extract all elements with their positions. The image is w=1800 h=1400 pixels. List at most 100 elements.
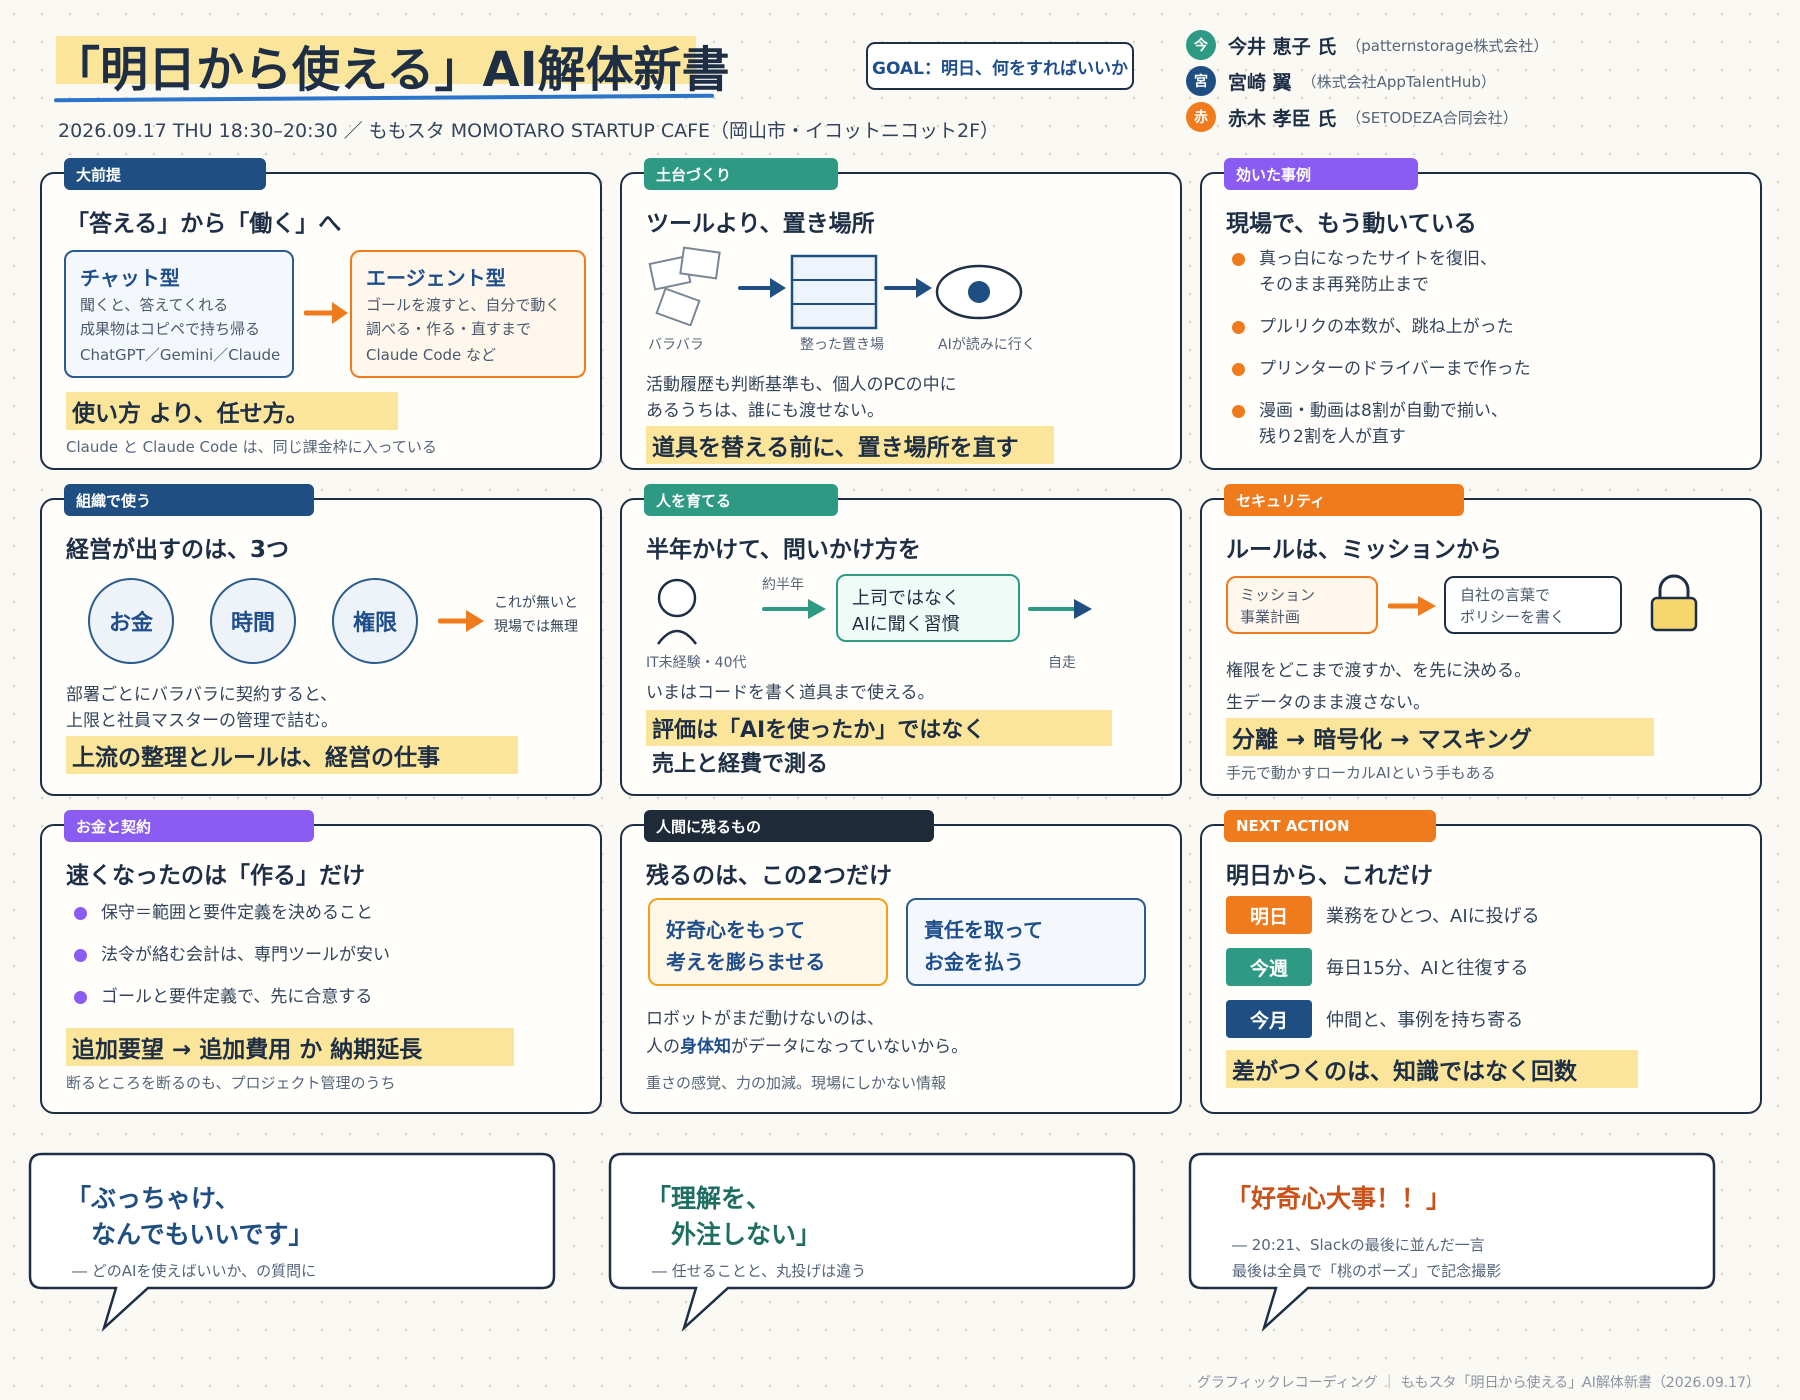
organized-label: 整った置き場 — [800, 337, 884, 353]
agent-type-box: エージェント型 ゴールを渡すと、自分で動く 調べる・作る・直すまで Claude… — [350, 250, 586, 378]
case-text: プリンターのドライバーまで作った — [1259, 359, 1531, 379]
panel-foundation: 土台づくり ツールより、置き場所 バラバラ 整った置き場 AIが読みに行く 活動… — [620, 158, 1182, 470]
event-info: 2026.09.17 THU 18:30–20:30 ／ ももスタ MOMOTA… — [58, 120, 1000, 142]
bullet-dot-icon — [1232, 405, 1245, 418]
panel-body: ロボットがまだ動けないのは、 — [646, 1009, 884, 1029]
contract-text: 法令が絡む会計は、専門ツールが安い — [101, 945, 390, 965]
arrow-icon — [884, 278, 932, 298]
speaker-name: 今井 恵子 氏 — [1228, 35, 1337, 58]
speaker-badge: 赤 — [1186, 102, 1216, 132]
eye-icon — [935, 264, 1023, 320]
panel-body: 上限と社員マスターの管理で詰む。 — [66, 711, 338, 731]
scattered-label: バラバラ — [648, 337, 704, 353]
bullet-dot-icon — [1232, 253, 1245, 266]
panel-highlight: 差がつくのは、知識ではなく回数 — [1226, 1050, 1638, 1088]
panel-note: 断るところを断るのも、プロジェクト管理のうち — [66, 1074, 396, 1092]
case-item: 漫画・動画は8割が自動で揃い、 残り2割を人が直す — [1232, 398, 1508, 450]
panel-cases: 効いた事例 現場で、もう動いている 真っ白になったサイトを復旧、 そのまま再発防止… — [1200, 158, 1762, 470]
speaker-name: 赤木 孝臣 氏 — [1228, 107, 1337, 130]
policy-text: 自社の言葉で — [1460, 586, 1551, 604]
arrow-icon — [1388, 596, 1436, 616]
case-text: 漫画・動画は8割が自動で揃い、 — [1259, 401, 1508, 421]
responsibility-text: 責任を取って — [924, 918, 1043, 942]
panel-highlight: 上流の整理とルールは、経営の仕事 — [66, 736, 518, 774]
title-block: 「明日から使える」AI解体新書 — [52, 30, 730, 105]
panel-title: 明日から、これだけ — [1226, 863, 1433, 889]
arrow-icon — [304, 302, 348, 324]
panel-tag: NEXT ACTION — [1224, 810, 1436, 842]
body-emphasis: 身体知 — [680, 1037, 731, 1057]
action-row: 今月 仲間と、事例を持ち寄る — [1226, 1000, 1523, 1038]
bullet-dot-icon — [74, 907, 87, 920]
speaker-badge: 今 — [1186, 30, 1216, 60]
panel-org: 組織で使う 経営が出すのは、3つ お金 時間 権限 これが無いと 現場では無理 … — [40, 484, 602, 796]
panel-tag: セキュリティ — [1224, 484, 1464, 516]
speaker-name: 宮崎 翼 — [1228, 71, 1292, 94]
action-text: 業務をひとつ、AIに投げる — [1326, 906, 1540, 927]
case-item: プリンターのドライバーまで作った — [1232, 356, 1531, 382]
bullet-dot-icon — [1232, 363, 1245, 376]
case-text: 残り2割を人が直す — [1259, 427, 1406, 447]
action-label: 今月 — [1226, 1000, 1312, 1038]
mission-text: 事業計画 — [1240, 608, 1301, 626]
quote-text: 外注しない」 — [646, 1220, 822, 1249]
panel-body: 部署ごとにバラバラに契約すると、 — [66, 685, 338, 705]
policy-text: ポリシーを書く — [1460, 608, 1566, 626]
quote-source: ― どのAIを使えばいいか、の質問に — [72, 1262, 317, 1280]
panel-body: 権限をどこまで渡すか、を先に決める。 — [1226, 661, 1532, 681]
speaker-org: （株式会社AppTalentHub） — [1301, 72, 1496, 91]
contract-item: 保守＝範囲と要件定義を決めること — [74, 900, 373, 926]
panel-note: 重さの感覚、力の加減。現場にしかない情報 — [646, 1074, 947, 1092]
shelf-icon — [790, 254, 878, 330]
quote-text: なんでもいいです」 — [66, 1220, 314, 1249]
contract-text: ゴールと要件定義で、先に合意する — [101, 987, 373, 1007]
responsibility-text: お金を払う — [924, 950, 1024, 974]
panel-highlight: 使い方 より、任せ方。 — [66, 392, 398, 430]
agent-type-line: Claude Code など — [366, 346, 497, 364]
panel-highlight: 分離 → 暗号化 → マスキング — [1226, 718, 1654, 756]
agent-type-line: 調べる・作る・直すまで — [366, 320, 532, 338]
mission-text: ミッション — [1240, 586, 1316, 604]
panel-highlight: 道具を替える前に、置き場所を直す — [646, 426, 1054, 464]
panel-highlight: 売上と経費で測る — [652, 752, 829, 777]
chat-type-line: 成果物はコピペで持ち帰る — [80, 320, 261, 338]
org-note: 現場では無理 — [494, 619, 578, 635]
action-row: 今週 毎日15分、AIと往復する — [1226, 948, 1529, 986]
arrow-icon — [1028, 599, 1092, 619]
panel-title: 経営が出すのは、3つ — [66, 537, 290, 563]
curiosity-text: 考えを膨らませる — [666, 950, 826, 974]
action-text: 毎日15分、AIと往復する — [1326, 958, 1529, 979]
panel-note: Claude と Claude Code は、同じ課金枠に入っている — [66, 438, 437, 456]
panel-body: 生データのまま渡さない。 — [1226, 693, 1430, 713]
bullet-dot-icon — [1232, 321, 1245, 334]
habit-text: 上司ではなく — [852, 588, 960, 609]
panel-note: 手元で動かすローカルAIという手もある — [1226, 764, 1496, 782]
panel-title: 残るのは、この2つだけ — [646, 863, 893, 889]
speaker-org: （SETODEZA合同会社） — [1346, 108, 1518, 127]
panel-title: ルールは、ミッションから — [1226, 537, 1502, 563]
lock-icon — [1650, 574, 1698, 632]
panel-highlight: 追加要望 → 追加費用 か 納期延長 — [66, 1028, 514, 1066]
speaker-2: 宮 宮崎 翼 （株式会社AppTalentHub） — [1186, 66, 1496, 96]
bullet-dot-icon — [74, 991, 87, 1004]
panel-body: いまはコードを書く道具まで使える。 — [646, 683, 935, 703]
chat-type-box: チャット型 聞くと、答えてくれる 成果物はコピペで持ち帰る ChatGPT／Ge… — [64, 250, 294, 378]
curiosity-box: 好奇心をもって 考えを膨らませる — [648, 898, 888, 986]
panel-body: 人の身体知がデータになっていないから。 — [646, 1034, 968, 1060]
arrow-icon — [762, 599, 826, 619]
agent-type-line: ゴールを渡すと、自分で動く — [366, 296, 561, 314]
chat-type-line: 聞くと、答えてくれる — [80, 296, 229, 314]
panel-tag: 人を育てる — [644, 484, 838, 516]
chat-type-title: チャット型 — [80, 266, 180, 290]
speaker-badge: 宮 — [1186, 66, 1216, 96]
page-title: 「明日から使える」AI解体新書 — [52, 42, 730, 98]
person-icon — [656, 578, 698, 645]
quote-source: 最後は全員で「桃のポーズ」で記念撮影 — [1232, 1262, 1502, 1280]
quote-source: ― 任せることと、丸投げは違う — [652, 1262, 867, 1280]
body-segment: 人の — [646, 1037, 680, 1057]
panel-body: 活動履歴も判断基準も、個人のPCの中に — [646, 375, 957, 395]
panel-highlight: 評価は「AIを使ったか」ではなく — [646, 710, 1112, 746]
bullet-dot-icon — [74, 949, 87, 962]
case-text: プルリクの本数が、跳ね上がった — [1259, 317, 1514, 337]
panel-next-action: NEXT ACTION 明日から、これだけ 明日 業務をひとつ、AIに投げる 今… — [1200, 810, 1762, 1114]
